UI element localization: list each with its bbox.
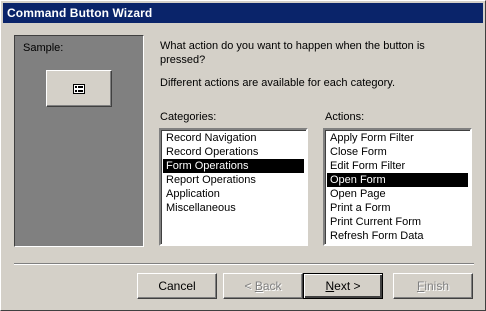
back-button-hotkey: B: [254, 279, 263, 293]
category-item[interactable]: Record Operations: [163, 145, 304, 159]
question-line-2: pressed?: [160, 54, 206, 66]
finish-button-suffix: inish: [424, 279, 450, 293]
info-text: Different actions are available for each…: [160, 77, 396, 89]
sample-panel: Sample:: [14, 35, 144, 247]
categories-listbox[interactable]: Record Navigation Record Operations Form O…: [159, 128, 308, 246]
category-item[interactable]: Application: [163, 187, 304, 201]
action-item[interactable]: Apply Form Filter: [327, 131, 468, 145]
sample-button: [46, 70, 112, 107]
action-item[interactable]: Edit Form Filter: [327, 159, 468, 173]
action-item[interactable]: Close Form: [327, 145, 468, 159]
question-text: What action do you want to happen when t…: [160, 39, 425, 67]
category-item[interactable]: Record Navigation: [163, 131, 304, 145]
form-icon: [73, 84, 85, 94]
next-button-hotkey: N: [325, 279, 335, 293]
category-item[interactable]: Report Operations: [163, 173, 304, 187]
cancel-button[interactable]: Cancel: [137, 273, 217, 299]
category-item[interactable]: Form Operations: [163, 159, 304, 173]
title-bar[interactable]: Command Button Wizard: [3, 3, 483, 23]
action-item[interactable]: Open Page: [327, 187, 468, 201]
back-button-suffix: ack: [262, 279, 282, 293]
window-title: Command Button Wizard: [7, 6, 153, 20]
action-item[interactable]: Print Current Form: [327, 215, 468, 229]
next-button[interactable]: Next >: [303, 273, 383, 299]
separator-highlight: [14, 264, 474, 265]
sample-label: Sample:: [23, 42, 64, 54]
action-item[interactable]: Refresh Form Data: [327, 229, 468, 243]
wizard-window: Command Button Wizard Sample: What actio…: [0, 0, 486, 311]
category-item[interactable]: Miscellaneous: [163, 201, 304, 215]
next-button-suffix: ext >: [334, 279, 361, 293]
finish-button[interactable]: Finish: [393, 273, 473, 299]
actions-label: Actions:: [325, 111, 365, 123]
action-item[interactable]: Open Form: [327, 173, 468, 187]
categories-label: Categories:: [160, 111, 217, 123]
back-button[interactable]: < Back: [223, 273, 303, 299]
question-line-1: What action do you want to happen when t…: [160, 40, 425, 52]
actions-listbox[interactable]: Apply Form Filter Close Form Edit Form Fil…: [323, 128, 472, 246]
action-item[interactable]: Print a Form: [327, 201, 468, 215]
back-button-prefix: <: [244, 279, 255, 293]
